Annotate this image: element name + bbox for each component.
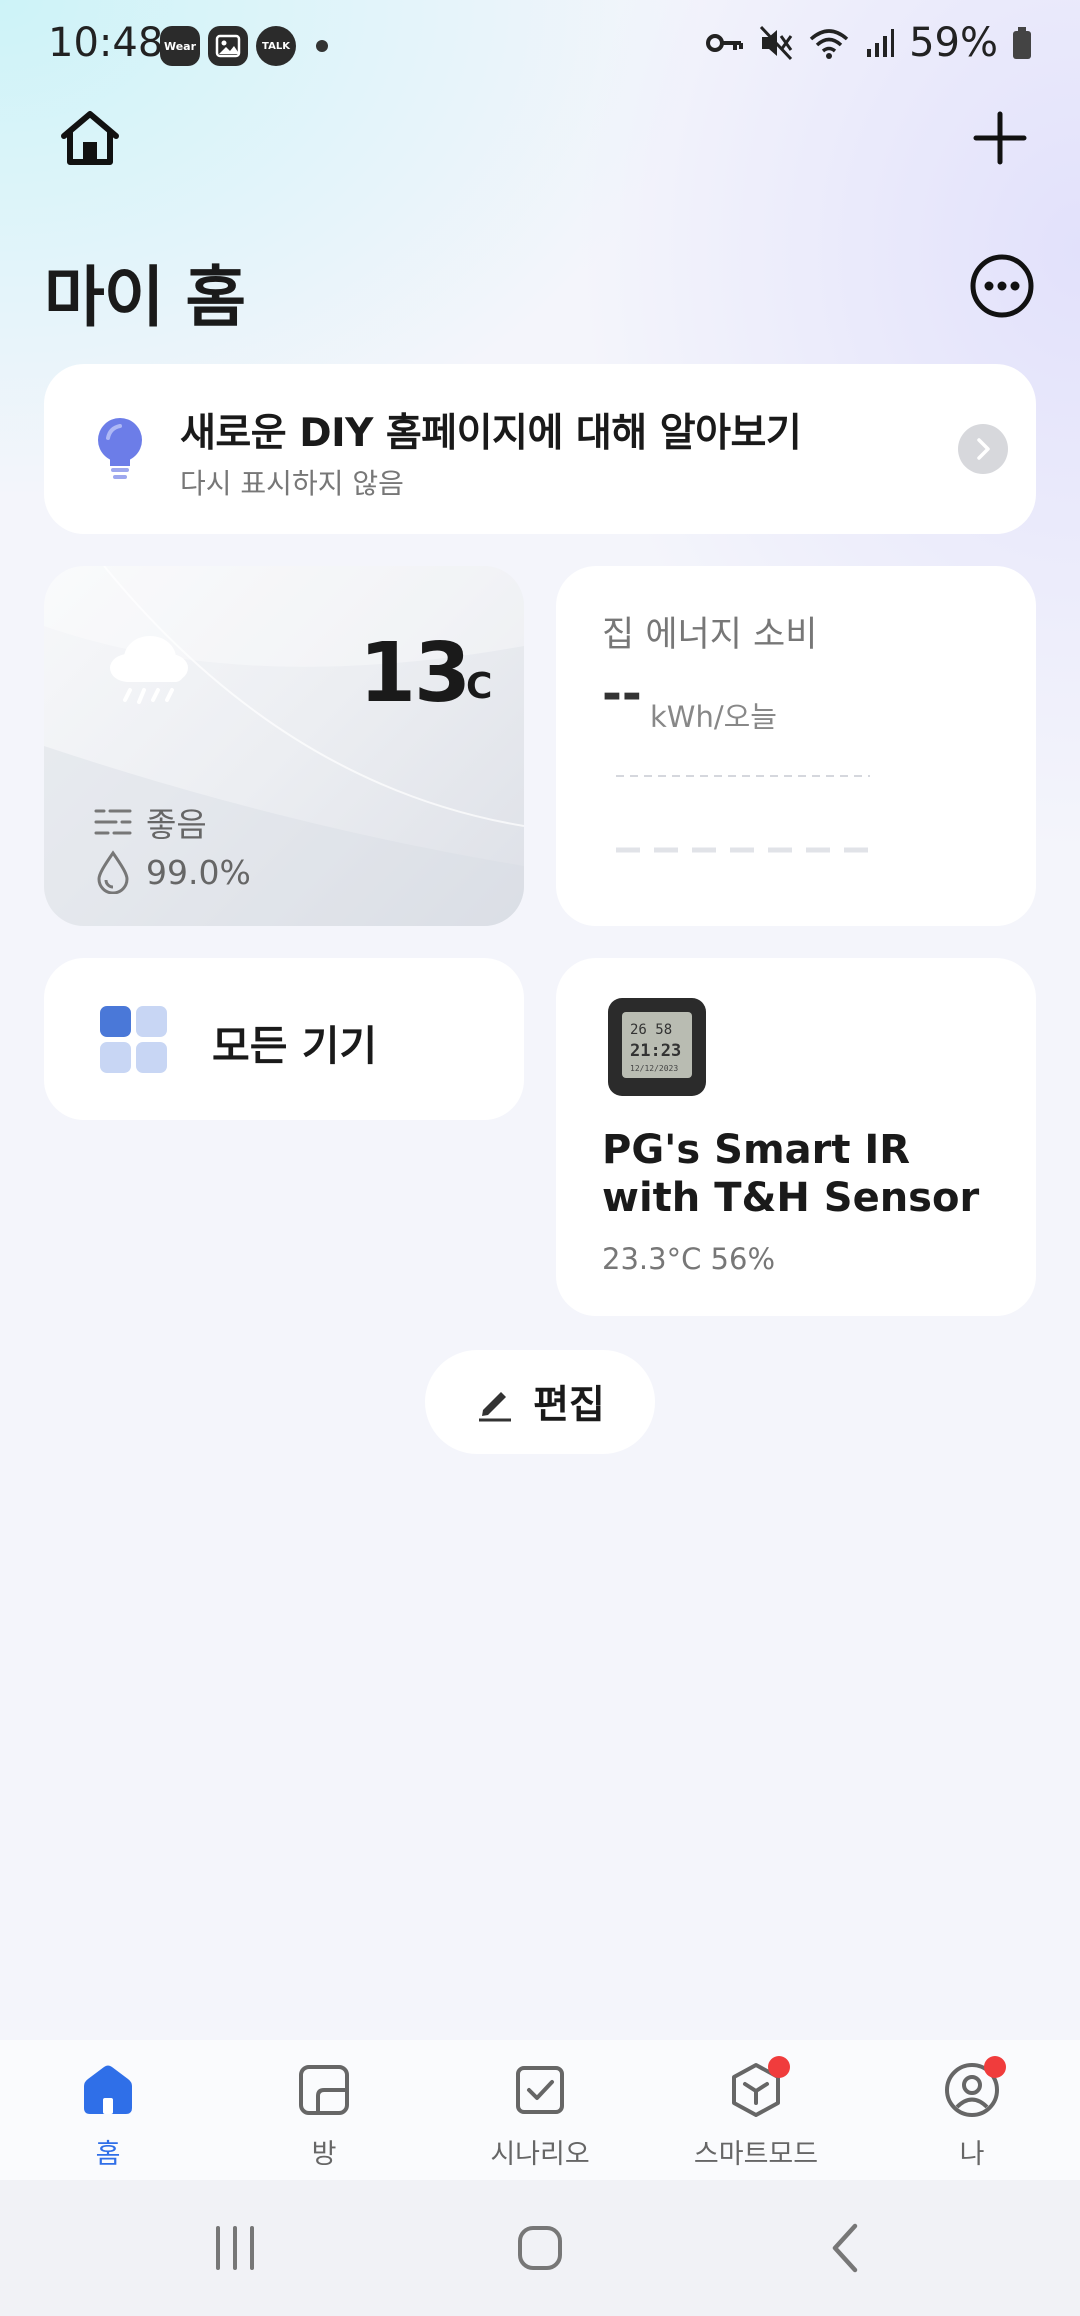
energy-placeholder-chart <box>616 775 872 853</box>
checkbox-tab-icon <box>510 2060 570 2120</box>
page-title: 마이 홈 <box>44 259 246 336</box>
energy-unit: kWh/오늘 <box>650 700 777 734</box>
energy-value: -- <box>602 666 642 722</box>
status-indicators: 59% <box>705 20 1032 66</box>
tab-scenario[interactable]: 시나리오 <box>432 2040 648 2180</box>
smart-mode-notification-badge <box>768 2056 790 2078</box>
humidity-row: 99.0% <box>94 850 251 894</box>
sensor-device-icon: 26 58 21:23 12/12/2023 <box>608 998 706 1100</box>
weather-card[interactable]: 13 °C 좋음 99.0% <box>44 566 524 926</box>
house-icon <box>61 111 119 165</box>
status-time: 10:48 <box>48 20 164 66</box>
tab-scenario-label: 시나리오 <box>490 2139 590 2170</box>
tab-home-label: 홈 <box>95 2139 121 2170</box>
air-quality-icon <box>94 809 132 835</box>
home-nav-button[interactable] <box>505 2216 575 2280</box>
recent-apps-icon <box>216 2226 254 2270</box>
more-horizontal-icon <box>970 254 1034 318</box>
edit-button[interactable]: 편집 <box>425 1350 655 1454</box>
air-quality-value: 좋음 <box>146 805 207 844</box>
rain-cloud-icon <box>104 626 194 712</box>
signal-icon <box>867 29 895 57</box>
pencil-icon <box>479 1392 512 1422</box>
back-icon <box>832 2223 858 2273</box>
svg-text:26 58: 26 58 <box>630 1022 672 1038</box>
all-devices-card[interactable]: 모든 기기 <box>44 958 524 1120</box>
key-icon <box>706 34 744 52</box>
recent-apps-button[interactable] <box>200 2216 270 2280</box>
me-notification-badge <box>984 2056 1006 2078</box>
diy-homepage-banner[interactable]: 새로운 DIY 홈페이지에 대해 알아보기 다시 표시하지 않음 <box>44 364 1036 534</box>
dont-show-again-link[interactable]: 다시 표시하지 않음 <box>180 462 404 502</box>
svg-text:21:23: 21:23 <box>630 1041 681 1061</box>
tab-home[interactable]: 홈 <box>0 2040 216 2180</box>
energy-title: 집 에너지 소비 <box>602 615 818 655</box>
battery-icon <box>1013 27 1031 59</box>
energy-card[interactable]: 집 에너지 소비 -- kWh/오늘 <box>556 566 1036 926</box>
battery-percent: 59% <box>909 20 998 66</box>
tab-smart-mode-label: 스마트모드 <box>693 2139 819 2170</box>
chevron-right-icon <box>977 438 990 460</box>
back-nav-button[interactable] <box>810 2216 880 2280</box>
status-bar: 10:48 Wear TALK 59% <box>0 0 1080 96</box>
cube-tab-icon <box>726 2056 790 2120</box>
mute-icon <box>759 25 793 61</box>
gallery-app-icon <box>208 26 248 66</box>
device-name: PG's Smart IR with T&H Sensor <box>602 1127 980 1221</box>
tab-room-label: 방 <box>311 2139 337 2170</box>
tab-smart-mode[interactable]: 스마트모드 <box>648 2040 864 2180</box>
kakaotalk-app-icon: TALK <box>256 26 296 66</box>
banner-title: 새로운 DIY 홈페이지에 대해 알아보기 <box>180 411 802 456</box>
room-tab-icon <box>294 2060 354 2120</box>
home-tab-icon <box>78 2060 138 2120</box>
lightbulb-icon <box>94 416 146 486</box>
banner-arrow-button[interactable] <box>958 424 1008 474</box>
wear-app-icon: Wear <box>160 26 200 66</box>
all-devices-label: 모든 기기 <box>212 1022 378 1070</box>
tab-me-label: 나 <box>959 2139 985 2170</box>
home-nav-icon <box>518 2226 562 2270</box>
water-drop-icon <box>97 850 129 894</box>
home-switch-button[interactable] <box>56 104 124 172</box>
air-quality-row: 좋음 <box>94 798 207 846</box>
add-button[interactable] <box>968 106 1032 170</box>
device-status: 23.3°C 56% <box>602 1242 775 1276</box>
device-card[interactable]: 26 58 21:23 12/12/2023 PG's Smart IR with … <box>556 958 1036 1316</box>
humidity-value: 99.0% <box>146 852 251 892</box>
grid-icon <box>100 1006 168 1078</box>
profile-tab-icon <box>942 2056 1006 2120</box>
system-navigation-bar <box>0 2180 1080 2316</box>
more-notifications-dot <box>316 40 328 52</box>
more-options-button[interactable] <box>968 252 1036 320</box>
wifi-icon <box>809 29 849 59</box>
tab-room[interactable]: 방 <box>216 2040 432 2180</box>
bottom-tab-bar: 홈 방 시나리오 스마트모드 나 <box>0 2040 1080 2180</box>
edit-button-label: 편집 <box>533 1383 605 1428</box>
svg-text:12/12/2023: 12/12/2023 <box>630 1064 678 1073</box>
temperature-unit: °C <box>448 666 493 707</box>
plus-icon <box>973 111 1027 165</box>
tab-me[interactable]: 나 <box>864 2040 1080 2180</box>
